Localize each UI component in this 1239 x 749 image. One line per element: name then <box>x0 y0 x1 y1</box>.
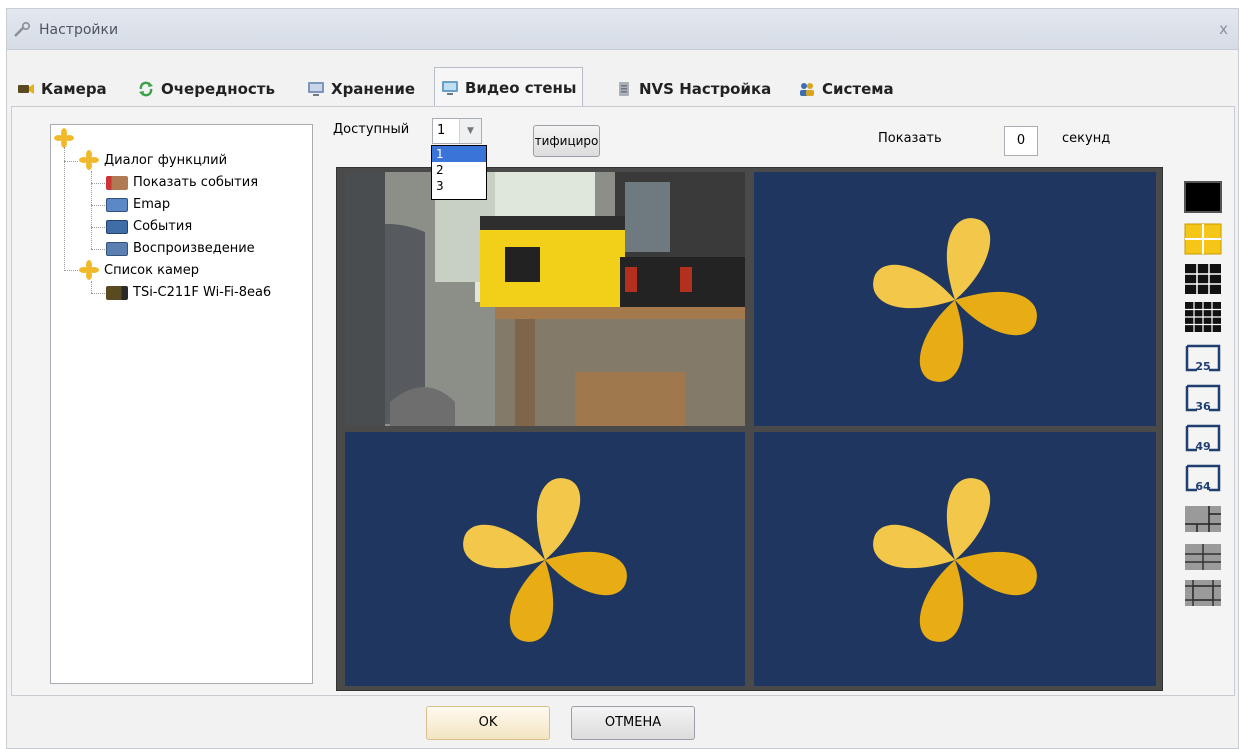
tree-item-show-events[interactable]: Показать события <box>106 175 258 190</box>
settings-window: Настройки x Камера Очередность Хранение <box>6 8 1239 749</box>
dropdown-option[interactable]: 2 <box>432 162 486 178</box>
tab-label: Очередность <box>161 80 275 98</box>
available-value: 1 <box>437 123 446 138</box>
tree-item-emap[interactable]: Emap <box>106 197 170 212</box>
layout-count: 49 <box>1195 440 1210 453</box>
tree-group-function-dialog[interactable]: Диалог функцлий <box>79 150 227 170</box>
flower-icon <box>79 260 99 280</box>
events-icon <box>106 219 128 234</box>
layout-custom-2-icon[interactable] <box>1183 540 1223 574</box>
tree-item-playback[interactable]: Воспроизведение <box>106 241 255 256</box>
show-seconds-input[interactable]: 0 <box>1004 126 1038 156</box>
dropdown-option[interactable]: 1 <box>432 146 486 162</box>
cancel-button[interactable]: ОТМЕНА <box>571 706 695 740</box>
layout-36-icon: 36 <box>1185 384 1221 413</box>
chevron-down-icon: ▼ <box>459 119 481 143</box>
layout-1x1-icon[interactable] <box>1183 180 1223 214</box>
tab-label: Видео стены <box>465 78 577 97</box>
wrench-icon <box>14 22 30 37</box>
layout-25-icon: 25 <box>1185 344 1221 373</box>
dropdown-option[interactable]: 3 <box>432 178 486 194</box>
video-wall-icon <box>442 80 458 95</box>
tab-sequence[interactable]: Очередность <box>131 71 281 107</box>
server-icon <box>619 82 629 96</box>
tab-storage[interactable]: Хранение <box>301 71 421 107</box>
show-events-icon <box>106 175 128 190</box>
show-label: Показать <box>878 131 942 146</box>
function-tree: Диалог функцлий Показать события Emap Со… <box>50 124 313 684</box>
flower-logo-icon <box>463 478 627 642</box>
tab-label: Камера <box>41 80 107 98</box>
layout-2x2-icon[interactable] <box>1183 222 1223 256</box>
tab-bar: Камера Очередность Хранение Видео стены <box>7 67 1238 107</box>
layout-49-icon: 49 <box>1185 424 1221 453</box>
layout-4x4-icon[interactable] <box>1183 300 1223 334</box>
tree-label: TSi-C211F Wi-Fi-8ea6 <box>133 285 272 300</box>
identify-button[interactable]: тифициро <box>533 125 600 157</box>
layout-custom-3-icon[interactable] <box>1183 576 1223 610</box>
users-icon <box>800 83 814 96</box>
tab-camera[interactable]: Камера <box>11 71 113 107</box>
layout-64-icon: 64 <box>1185 464 1221 493</box>
seconds-label: секунд <box>1062 131 1111 146</box>
flower-icon <box>54 128 74 148</box>
camera-feed-image <box>345 172 745 426</box>
available-select[interactable]: 1 ▼ <box>432 118 482 144</box>
tree-label: Диалог функцлий <box>104 152 228 168</box>
layout-49-button[interactable]: 49 <box>1183 420 1223 457</box>
emap-icon <box>106 197 128 212</box>
tree-label: Воспроизведение <box>133 241 255 256</box>
video-wall-grid <box>336 167 1163 691</box>
flower-logo-icon <box>873 478 1037 642</box>
tree-item-camera[interactable]: TSi-C211F Wi-Fi-8ea6 <box>106 285 271 300</box>
layout-count: 36 <box>1195 400 1211 413</box>
refresh-icon <box>139 81 153 97</box>
available-label: Доступный <box>333 122 410 137</box>
tab-video-wall[interactable]: Видео стены <box>434 67 584 107</box>
tab-label: Система <box>822 80 894 98</box>
layout-36-button[interactable]: 36 <box>1183 380 1223 417</box>
video-cell-3[interactable] <box>345 432 745 686</box>
tree-label: События <box>133 219 193 234</box>
tree-group-camera-list[interactable]: Список камер <box>79 260 199 280</box>
tab-nvs-settings[interactable]: NVS Настройка <box>609 71 777 107</box>
playback-icon <box>106 241 128 256</box>
video-cell-1[interactable] <box>345 172 745 426</box>
camera-device-icon <box>106 285 128 300</box>
camera-icon <box>18 84 34 94</box>
tree-item-events[interactable]: События <box>106 219 192 234</box>
flower-icon <box>79 150 99 170</box>
tree-label: Показать события <box>133 175 259 190</box>
layout-custom-1-icon[interactable] <box>1183 502 1223 536</box>
flower-logo-icon <box>873 218 1037 382</box>
video-cell-2[interactable] <box>754 172 1156 426</box>
video-cell-4[interactable] <box>754 432 1156 686</box>
tree-label: Emap <box>133 197 171 212</box>
layout-64-button[interactable]: 64 <box>1183 460 1223 497</box>
monitor-icon <box>308 82 324 96</box>
title-bar: Настройки x <box>7 9 1238 50</box>
ok-button[interactable]: OK <box>426 706 550 740</box>
tab-system[interactable]: Система <box>792 71 900 107</box>
video-wall-panel: Диалог функцлий Показать события Emap Со… <box>11 106 1235 696</box>
close-button[interactable]: x <box>1219 20 1228 38</box>
layout-count: 25 <box>1195 360 1210 373</box>
window-title: Настройки <box>39 22 119 38</box>
layout-count: 64 <box>1195 480 1211 493</box>
tab-label: Хранение <box>331 80 416 98</box>
layout-3x3-icon[interactable] <box>1183 262 1223 296</box>
tree-label: Список камер <box>104 262 199 278</box>
tab-label: NVS Настройка <box>639 80 772 98</box>
layout-25-button[interactable]: 25 <box>1183 340 1223 377</box>
available-dropdown: 1 2 3 <box>431 145 487 200</box>
